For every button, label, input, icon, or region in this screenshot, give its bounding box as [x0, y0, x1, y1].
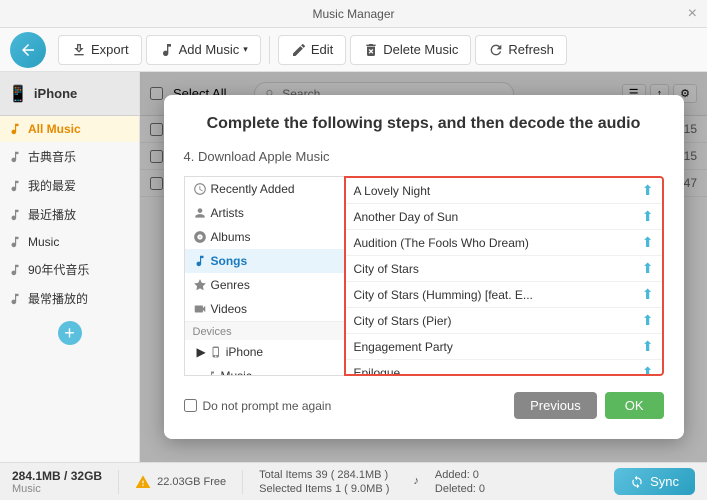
modal-overlay: Complete the following steps, and then d…	[140, 72, 707, 462]
tree-genres[interactable]: Genres	[185, 273, 344, 297]
song-select-item[interactable]: City of Stars (Humming) [feat. E...⬆	[346, 282, 662, 308]
sidebar-item-myfav[interactable]: 我的最爱	[0, 171, 139, 200]
warning-icon-area: 22.03GB Free	[135, 474, 226, 490]
music-tree: Recently Added Artists Albums Songs	[184, 176, 344, 376]
song-select-item[interactable]: Engagement Party⬆	[346, 334, 662, 360]
ok-button[interactable]: OK	[605, 392, 664, 419]
iphone-icon	[210, 346, 222, 358]
toolbar: Export Add Music ▾ Edit Delete Music Ref…	[0, 28, 707, 72]
tree-music[interactable]: Music	[185, 364, 344, 376]
total-items: Total Items 39 ( 284.1MB )	[259, 469, 389, 481]
modal-title: Complete the following steps, and then d…	[184, 115, 664, 133]
delta-info: ♪	[413, 475, 419, 489]
sidebar-item-music[interactable]: Music	[0, 229, 139, 255]
content-area: Select All ☰ ↑ ⚙ Immortals Fall Out Boy …	[140, 72, 707, 462]
separator	[269, 36, 270, 64]
tree-artists[interactable]: Artists	[185, 201, 344, 225]
clock-icon	[193, 182, 207, 196]
song-select-list: A Lovely Night⬆Another Day of Sun⬆Auditi…	[344, 176, 664, 376]
tree-songs[interactable]: Songs	[185, 249, 344, 273]
sync-button[interactable]: Sync	[614, 468, 695, 495]
person-icon	[193, 206, 207, 220]
no-prompt-area: Do not prompt me again	[184, 399, 332, 413]
sync-label: Sync	[650, 474, 679, 489]
items-info: Total Items 39 ( 284.1MB ) Selected Item…	[259, 469, 389, 495]
modal-dialog: Complete the following steps, and then d…	[164, 95, 684, 439]
sidebar: 📱 iPhone All Music 古典音乐 我的最爱 最近播放 Music …	[0, 72, 140, 462]
tree-videos[interactable]: Videos	[185, 297, 344, 321]
edit-button[interactable]: Edit	[278, 35, 346, 65]
sidebar-item-most-played[interactable]: 最常播放的	[0, 284, 139, 313]
modal-step: 4. Download Apple Music	[184, 149, 664, 164]
status-divider	[118, 470, 119, 494]
sidebar-item-all-music[interactable]: All Music	[0, 116, 139, 142]
modal-buttons: Previous OK	[514, 392, 663, 419]
add-playlist-button[interactable]: +	[58, 321, 82, 345]
song-select-item[interactable]: A Lovely Night⬆	[346, 178, 662, 204]
storage-label: Music	[12, 483, 102, 495]
no-prompt-label: Do not prompt me again	[203, 399, 332, 413]
refresh-button[interactable]: Refresh	[475, 35, 567, 65]
sidebar-item-recent[interactable]: 最近播放	[0, 200, 139, 229]
no-prompt-checkbox[interactable]	[184, 399, 197, 412]
tree-albums[interactable]: Albums	[185, 225, 344, 249]
status-divider2	[242, 470, 243, 494]
add-delete-info: Added: 0 Deleted: 0	[435, 469, 485, 495]
sidebar-item-90s[interactable]: 90年代音乐	[0, 255, 139, 284]
devices-label: Devices	[185, 321, 344, 340]
song-select-item[interactable]: Audition (The Fools Who Dream)⬆	[346, 230, 662, 256]
song-select-item[interactable]: City of Stars (Pier)⬆	[346, 308, 662, 334]
song-select-item[interactable]: Epilogue⬆	[346, 360, 662, 376]
deleted-count: Deleted: 0	[435, 483, 485, 495]
app-title: Music Manager	[312, 7, 394, 21]
main-layout: 📱 iPhone All Music 古典音乐 我的最爱 最近播放 Music …	[0, 72, 707, 462]
close-icon[interactable]: ×	[688, 5, 697, 23]
sidebar-item-classical[interactable]: 古典音乐	[0, 142, 139, 171]
sync-icon	[630, 475, 644, 489]
song-select-item[interactable]: Another Day of Sun⬆	[346, 204, 662, 230]
export-button[interactable]: Export	[58, 35, 142, 65]
selected-items: Selected Items 1 ( 9.0MB )	[259, 483, 389, 495]
song-select-item[interactable]: City of Stars⬆	[346, 256, 662, 282]
modal-body: Recently Added Artists Albums Songs	[184, 176, 664, 376]
video-icon	[193, 302, 207, 316]
title-bar: Music Manager ×	[0, 0, 707, 28]
genre-icon	[193, 278, 207, 292]
add-music-button[interactable]: Add Music ▾	[146, 35, 261, 65]
device-header: 📱 iPhone	[0, 72, 139, 116]
modal-footer: Do not prompt me again Previous OK	[184, 392, 664, 419]
music-folder-icon	[205, 370, 217, 376]
storage-used: 284.1MB / 32GB	[12, 469, 102, 483]
added-count: Added: 0	[435, 469, 485, 481]
tree-iphone[interactable]: ▶ iPhone	[185, 340, 344, 364]
previous-button[interactable]: Previous	[514, 392, 597, 419]
add-playlist-area: +	[0, 313, 139, 353]
tree-recently-added[interactable]: Recently Added	[185, 177, 344, 201]
status-bar: 284.1MB / 32GB Music 22.03GB Free Total …	[0, 462, 707, 500]
music-note-icon2: ♪	[413, 475, 419, 487]
delete-music-button[interactable]: Delete Music	[350, 35, 471, 65]
device-name: iPhone	[34, 86, 77, 101]
free-space: 22.03GB Free	[157, 476, 226, 488]
back-button[interactable]	[10, 32, 46, 68]
warning-icon	[135, 474, 151, 490]
storage-info: 284.1MB / 32GB Music	[12, 469, 102, 495]
music-note-icon	[193, 254, 207, 268]
album-icon	[193, 230, 207, 244]
phone-icon: 📱	[8, 84, 28, 104]
